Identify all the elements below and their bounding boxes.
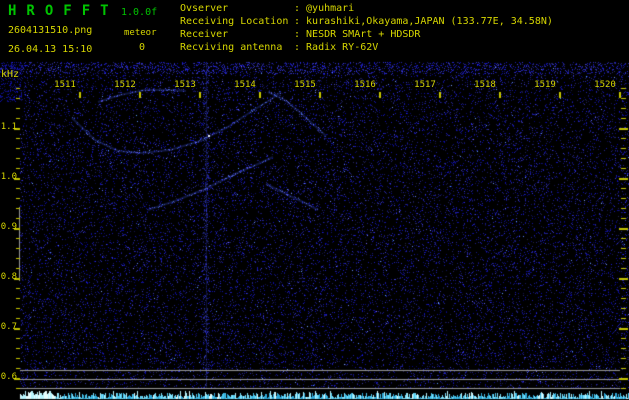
observer-info-block: Ovserver: @yuhmari Receiving Location: ku…	[180, 2, 553, 54]
output-filename: 2604131510.png	[8, 25, 92, 36]
info-line-value: : NESDR SMArt + HDSDR	[294, 29, 420, 40]
time-axis-label: 1512	[112, 80, 138, 90]
app-version: 1.0.0f	[121, 7, 157, 18]
hrofft-screen: HROFFT 1.0.0f 2604131510.png meteor 0 26…	[0, 0, 629, 400]
info-line: Recviving antenna: Radix RY-62V	[180, 41, 553, 54]
info-line-value: : Radix RY-62V	[294, 42, 378, 53]
observation-timestamp: 26.04.13 15:10	[8, 44, 92, 55]
info-line-label: Recviving antenna	[180, 41, 294, 54]
meteor-counter-value: 0	[139, 42, 145, 53]
time-axis-label: 1515	[292, 80, 318, 90]
time-axis-label: 1513	[172, 80, 198, 90]
info-line: Receiving Location: kurashiki,Okayama,JA…	[180, 15, 553, 28]
freq-axis-label: 0.6	[0, 372, 17, 382]
app-title: HROFFT	[8, 3, 119, 19]
info-line-label: Receiving Location	[180, 15, 294, 28]
info-line-label: Ovserver	[180, 2, 294, 15]
freq-axis-label: 0.9	[0, 222, 17, 232]
time-axis-label: 1516	[352, 80, 378, 90]
freq-axis-unit-label: kHz	[1, 69, 19, 80]
freq-axis-label: 1.0	[0, 172, 17, 182]
time-axis-label: 1517	[412, 80, 438, 90]
info-line-label: Receiver	[180, 28, 294, 41]
info-line: Ovserver: @yuhmari	[180, 2, 553, 15]
freq-axis-label: 0.8	[0, 272, 17, 282]
freq-axis-label: 1.1	[0, 122, 17, 132]
time-axis-label: 1511	[52, 80, 78, 90]
info-line-value: : kurashiki,Okayama,JAPAN (133.77E, 34.5…	[294, 16, 553, 27]
time-axis-label: 1518	[472, 80, 498, 90]
time-axis-label: 1520	[592, 80, 618, 90]
spectrogram-canvas	[0, 0, 629, 400]
freq-axis-label: 0.7	[0, 322, 17, 332]
info-line: Receiver: NESDR SMArt + HDSDR	[180, 28, 553, 41]
time-axis-label: 1514	[232, 80, 258, 90]
time-axis-label: 1519	[532, 80, 558, 90]
info-line-value: : @yuhmari	[294, 3, 354, 14]
meteor-counter-label: meteor	[124, 28, 157, 38]
